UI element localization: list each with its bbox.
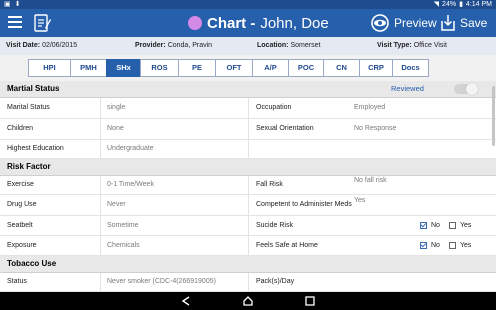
section-tobacco-use: Tobacco Use — [0, 256, 496, 273]
save-button[interactable]: Save — [440, 14, 487, 32]
occupation-field[interactable]: Employed — [354, 98, 385, 118]
menu-icon[interactable] — [8, 16, 22, 29]
section-title: Risk Factor — [7, 162, 51, 171]
tab-shx[interactable]: SHx — [106, 59, 141, 77]
battery-level: 24% — [442, 1, 457, 8]
preview-button[interactable]: Preview — [370, 14, 437, 32]
sexual-orientation-field[interactable]: No Response — [354, 119, 396, 139]
preview-label: Preview — [394, 16, 437, 30]
tab-crp[interactable]: CRP — [359, 59, 393, 77]
visit-location: Location: Somerset — [257, 42, 321, 49]
feels-safe-no-checkbox[interactable] — [420, 242, 427, 249]
scrollbar[interactable] — [492, 86, 495, 146]
feels-safe-yes-checkbox[interactable] — [449, 242, 456, 249]
save-label: Save — [460, 16, 488, 30]
drug-use-field[interactable]: Never — [107, 195, 126, 215]
tab-poc[interactable]: POC — [288, 59, 324, 77]
notes-icon[interactable] — [32, 13, 52, 33]
tab-pmh[interactable]: PMH — [70, 59, 107, 77]
header-title: Chart - John, Doe — [188, 14, 329, 32]
tab-a-p[interactable]: A/P — [252, 59, 289, 77]
save-icon — [441, 15, 455, 31]
image-notification-icon: ▣ — [4, 1, 11, 8]
marital-status-field[interactable]: single — [107, 98, 125, 118]
patient-name: John, Doe — [260, 14, 329, 32]
tab-ros[interactable]: ROS — [140, 59, 179, 77]
reviewed-toggle[interactable] — [454, 83, 478, 95]
exposure-field[interactable]: Chemicals — [107, 236, 140, 255]
back-icon[interactable] — [180, 295, 192, 307]
visit-date: Visit Date: 02/06/2015 — [6, 42, 78, 49]
tab-oft[interactable]: OFT — [215, 59, 253, 77]
battery-icon: ▮ — [459, 1, 463, 8]
section-martial-status: Martial Status Reviewed — [0, 81, 496, 98]
download-notification-icon: ⬇ — [14, 1, 21, 8]
suicide-risk-yes-checkbox[interactable] — [449, 222, 456, 229]
competent-meds-field[interactable]: Yes — [354, 191, 365, 211]
status-dot-icon — [188, 16, 202, 30]
home-icon[interactable] — [242, 295, 254, 307]
shx-content: Martial Status Reviewed Marital Status s… — [0, 81, 496, 292]
preview-icon — [371, 14, 389, 32]
status-bar: ▣ ⬇ ◥ 24% ▮ 4:14 PM — [0, 0, 496, 9]
tab-cn[interactable]: CN — [323, 59, 360, 77]
tab-docs[interactable]: Docs — [392, 59, 429, 77]
seatbelt-field[interactable]: Sometime — [107, 216, 139, 235]
section-risk-factor: Risk Factor — [0, 159, 496, 176]
visit-info-bar: Visit Date: 02/06/2015 Provider: Conda, … — [0, 37, 496, 56]
system-nav-bar — [0, 292, 496, 310]
section-title: Tobacco Use — [7, 259, 57, 268]
recent-apps-icon[interactable] — [304, 295, 316, 307]
reviewed-label: Reviewed — [391, 84, 424, 93]
visit-provider: Provider: Conda, Pravin — [135, 42, 213, 49]
visit-type: Visit Type: Office Visit — [377, 42, 447, 49]
exercise-field[interactable]: 0-1 Time/Week — [107, 176, 154, 194]
notification-icons: ▣ ⬇ — [4, 0, 21, 9]
children-field[interactable]: None — [107, 119, 124, 139]
tab-hpi[interactable]: HPI — [28, 59, 71, 77]
clock: 4:14 PM — [465, 1, 492, 8]
tab-bar: HPI PMH SHx ROS PE OFT A/P POC CN CRP Docs — [0, 55, 496, 82]
wifi-icon: ◥ — [433, 1, 440, 8]
fall-risk-field[interactable]: No fall risk — [354, 172, 387, 190]
smoking-status-field[interactable]: Never smoker (CDC-4(266919005) — [107, 273, 216, 291]
app-bar: Chart - John, Doe Preview Save — [0, 9, 496, 37]
section-title: Martial Status — [7, 84, 60, 93]
tab-pe[interactable]: PE — [178, 59, 216, 77]
suicide-risk-no-checkbox[interactable] — [420, 222, 427, 229]
page-title: Chart - — [207, 14, 256, 32]
education-field[interactable]: Undergraduate — [107, 140, 154, 158]
